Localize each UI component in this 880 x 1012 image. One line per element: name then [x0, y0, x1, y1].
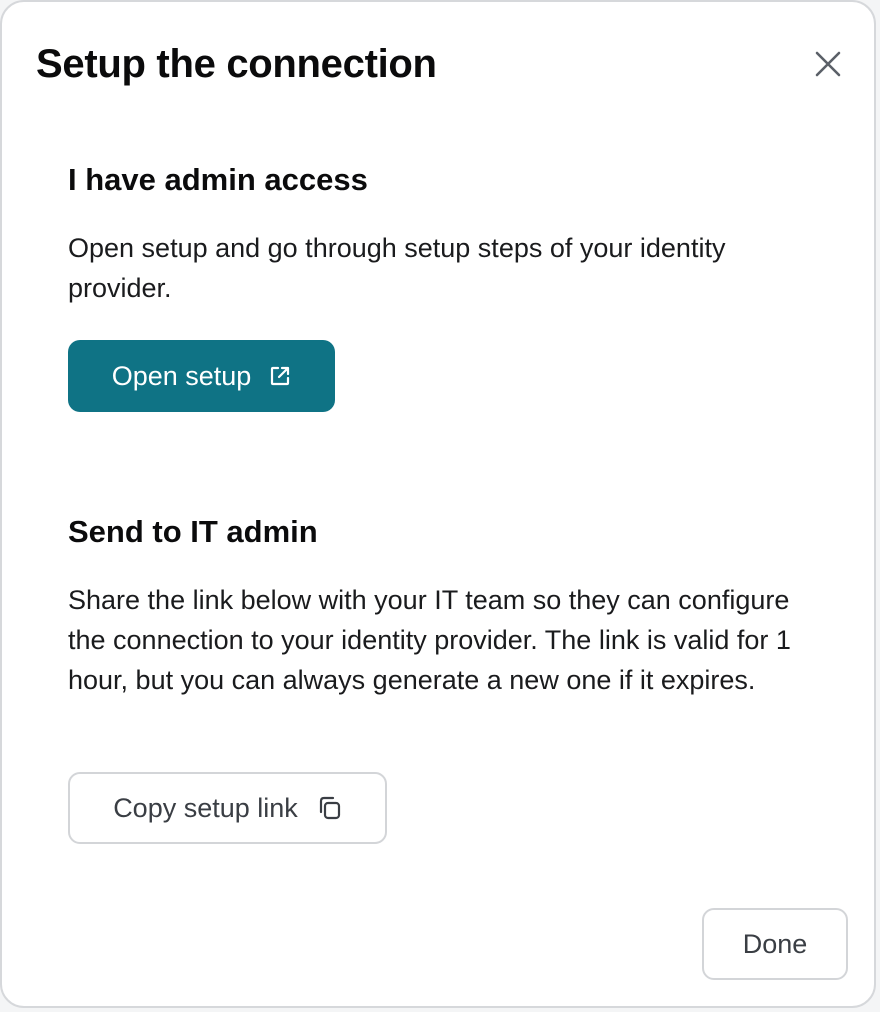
- open-setup-button[interactable]: Open setup: [68, 340, 335, 412]
- setup-connection-modal: Setup the connection I have admin access…: [0, 0, 876, 1008]
- admin-access-section: I have admin access Open setup and go th…: [68, 160, 828, 308]
- external-link-icon: [269, 365, 291, 387]
- admin-section-description: Open setup and go through setup steps of…: [68, 233, 726, 303]
- send-to-it-admin-section: Send to IT admin Share the link below wi…: [68, 512, 828, 700]
- close-icon: [815, 51, 841, 77]
- it-section-title: Send to IT admin: [68, 514, 318, 549]
- copy-icon: [318, 796, 342, 820]
- open-setup-label: Open setup: [111, 360, 252, 391]
- modal-title: Setup the connection: [36, 42, 437, 86]
- it-section-description: Share the link below with your IT team s…: [68, 585, 791, 695]
- copy-setup-link-label: Copy setup link: [113, 792, 298, 823]
- close-button[interactable]: [808, 44, 848, 84]
- done-button[interactable]: Done: [702, 908, 848, 980]
- admin-section-title: I have admin access: [68, 162, 368, 197]
- done-label: Done: [742, 928, 808, 959]
- copy-setup-link-button[interactable]: Copy setup link: [68, 772, 387, 844]
